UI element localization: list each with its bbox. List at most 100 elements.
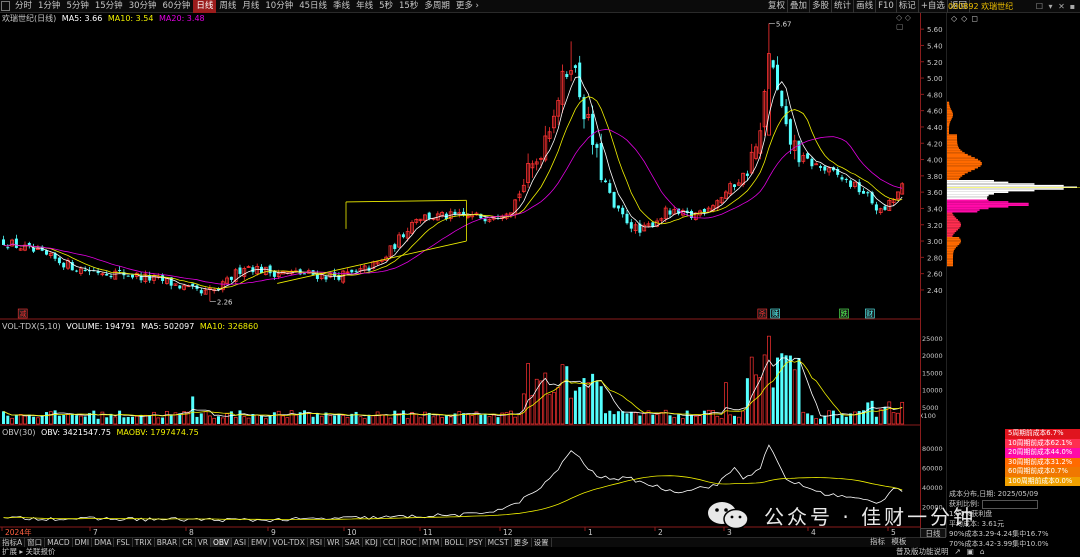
status-bar: 扩展 ▸ 关联报价 普及版功能说明 ↗ ▣ ⌂ xyxy=(0,547,1080,557)
period-tab-0[interactable]: 分时 xyxy=(12,0,35,13)
indicator-tab-20[interactable]: MTM xyxy=(420,538,443,547)
indicator-tab-9[interactable]: VR xyxy=(196,538,211,547)
volume-bar xyxy=(539,380,543,425)
volume-legend-ma5: MA5: 502097 xyxy=(141,322,195,331)
window-control-icon-1[interactable]: ▾ xyxy=(1045,0,1056,13)
status-right-item-1[interactable]: ↗ xyxy=(955,547,961,556)
period-tab-16[interactable]: 更多 › xyxy=(453,0,482,13)
event-mark[interactable]: 赎 xyxy=(772,309,779,318)
indicator-tab-13[interactable]: VOL-TDX xyxy=(270,538,308,547)
indicator-tab-3[interactable]: DMI xyxy=(73,538,93,547)
menu-icon[interactable] xyxy=(1,1,10,11)
volume-bar xyxy=(431,416,436,425)
tool-button-3[interactable]: 统计 xyxy=(832,0,855,13)
tool-button-2[interactable]: 多股 xyxy=(810,0,833,13)
volume-bar xyxy=(272,412,276,424)
period-tab-2[interactable]: 5分钟 xyxy=(63,0,91,13)
volume-bar xyxy=(719,418,724,425)
candle xyxy=(440,210,445,218)
side-panel-button-1[interactable]: ◇ xyxy=(961,13,967,25)
period-tab-13[interactable]: 5秒 xyxy=(376,0,396,13)
volume-bar xyxy=(23,415,27,425)
candlestick-chart[interactable]: 5.672.26减杀赎跌财2024年 7 8 9 10 11 12 1 2 3 4 5 xyxy=(0,13,920,537)
side-panel-button-0[interactable]: ◇ xyxy=(951,13,957,25)
period-tab-12[interactable]: 年线 xyxy=(353,0,376,13)
side-panel-button-2[interactable]: ◻ xyxy=(971,13,978,25)
volume-bar xyxy=(591,373,595,424)
indicator-tab-2[interactable]: MACD xyxy=(45,538,73,547)
indicator-button[interactable]: 指标 xyxy=(870,537,885,546)
period-tab-10[interactable]: 45日线 xyxy=(296,0,330,13)
status-right-item-0[interactable]: 普及版功能说明 xyxy=(896,547,949,556)
price-axis-label: 3.80 xyxy=(927,173,943,181)
tool-button-4[interactable]: 画线 xyxy=(854,0,877,13)
period-tab-4[interactable]: 30分钟 xyxy=(126,0,160,13)
window-control-icon-0[interactable]: ☐ xyxy=(1034,0,1045,13)
tool-button-0[interactable]: 复权 xyxy=(766,0,789,13)
volume-bar xyxy=(96,418,100,424)
indicator-tab-14[interactable]: RSI xyxy=(308,538,326,547)
indicator-tab-10[interactable]: OBV xyxy=(210,538,232,547)
volume-bar xyxy=(220,417,225,425)
indicator-tab-8[interactable]: CR xyxy=(180,538,196,547)
chart-area[interactable]: 5.67 2.26 减杀赎跌财 2024年 7 8 9 10 11 12 1 2 3 4 5 欢瑞世纪(日线… xyxy=(0,13,920,537)
indicator-tab-17[interactable]: KDJ xyxy=(363,538,381,547)
period-tab-11[interactable]: 季线 xyxy=(330,0,353,13)
indicator-tab-19[interactable]: ROC xyxy=(399,538,420,547)
window-control-icon-3[interactable]: ▪ xyxy=(1067,0,1078,13)
period-tab-1[interactable]: 1分钟 xyxy=(35,0,63,13)
candle xyxy=(565,71,569,80)
indicator-tab-5[interactable]: FSL xyxy=(114,538,133,547)
indicator-tab-15[interactable]: WR xyxy=(325,538,343,547)
indicator-tab-22[interactable]: PSY xyxy=(467,538,486,547)
indicator-tab-7[interactable]: BRAR xyxy=(155,538,181,547)
indicator-tab-24[interactable]: 更多 xyxy=(512,538,532,547)
period-tab-3[interactable]: 15分钟 xyxy=(92,0,126,13)
volume-bar xyxy=(642,412,647,425)
candle xyxy=(736,179,741,187)
indicator-tab-1[interactable]: 窗口 xyxy=(25,538,46,547)
status-left[interactable]: 扩展 ▸ 关联报价 xyxy=(2,547,56,557)
indicator-tab-6[interactable]: TRIX xyxy=(133,538,155,547)
period-tab-14[interactable]: 15秒 xyxy=(396,0,421,13)
period-tab-5[interactable]: 60分钟 xyxy=(160,0,194,13)
indicator-tab-0[interactable]: 指标A xyxy=(0,538,26,547)
period-tab-9[interactable]: 10分钟 xyxy=(262,0,296,13)
status-right-item-2[interactable]: ▣ xyxy=(967,547,974,556)
indicator-tab-25[interactable]: 设置 xyxy=(532,538,552,547)
period-tab-6[interactable]: 日线 xyxy=(193,0,217,13)
candle xyxy=(435,211,440,221)
event-mark[interactable]: 财 xyxy=(866,309,873,318)
candle xyxy=(771,59,775,70)
indicator-tab-16[interactable]: SAR xyxy=(343,538,363,547)
period-tab-7[interactable]: 周线 xyxy=(216,0,239,13)
tool-button-7[interactable]: +自选 xyxy=(919,0,948,13)
candle xyxy=(668,208,672,218)
indicator-tab-4[interactable]: DMA xyxy=(92,538,115,547)
period-tab-8[interactable]: 月线 xyxy=(239,0,262,13)
volume-bar xyxy=(268,415,272,424)
candle xyxy=(152,273,156,285)
price-axis-label: 2.80 xyxy=(927,254,943,262)
tool-button-5[interactable]: F10 xyxy=(876,0,897,13)
candle xyxy=(238,264,242,278)
period-tab-15[interactable]: 多周期 xyxy=(421,0,453,13)
tool-button-6[interactable]: 标记 xyxy=(897,0,919,13)
indicator-tab-23[interactable]: MCST xyxy=(486,538,512,547)
template-button[interactable]: 模板 xyxy=(891,537,906,546)
event-mark[interactable]: 减 xyxy=(19,309,26,318)
indicator-tab-11[interactable]: ASI xyxy=(232,538,250,547)
volume-bar xyxy=(844,416,848,424)
indicator-tab-12[interactable]: EMV xyxy=(249,538,271,547)
tool-button-1[interactable]: 叠加 xyxy=(788,0,811,13)
volume-bar xyxy=(208,415,212,425)
legend-corner-icons[interactable]: ◇ ◇ ▢ xyxy=(896,13,920,31)
event-mark[interactable]: 杀 xyxy=(759,309,766,318)
window-control-icon-2[interactable]: ✕ xyxy=(1056,0,1067,13)
volume-bar xyxy=(698,415,702,425)
indicator-tab-18[interactable]: CCI xyxy=(381,538,399,547)
event-mark[interactable]: 跌 xyxy=(841,309,848,318)
volume-bar xyxy=(83,416,87,424)
indicator-tab-21[interactable]: BOLL xyxy=(442,538,467,547)
status-right-item-3[interactable]: ⌂ xyxy=(980,547,985,556)
